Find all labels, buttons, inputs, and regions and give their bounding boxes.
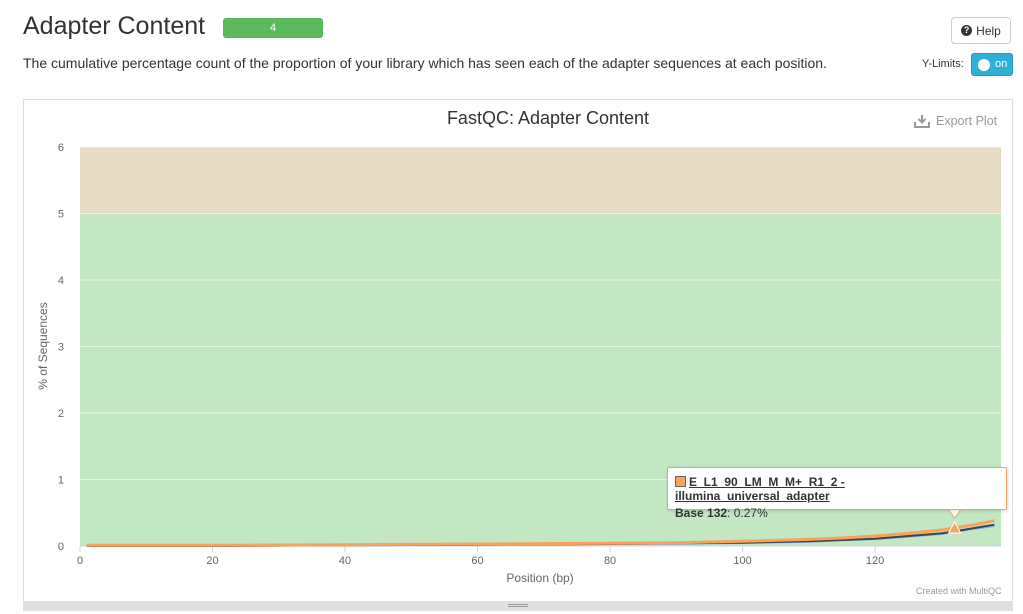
x-tick-label: 0 xyxy=(77,555,83,567)
download-icon xyxy=(914,115,930,128)
tooltip-series-name: E_L1_90_LM_M_M+_R1_2 - illumina_universa… xyxy=(675,475,845,503)
y-axis-title: % of Sequences xyxy=(36,302,50,389)
tooltip-swatch xyxy=(675,476,686,487)
x-tick-label: 20 xyxy=(206,555,218,567)
y-tick-label: 5 xyxy=(58,209,64,221)
chart-tooltip: E_L1_90_LM_M_M+_R1_2 - illumina_universa… xyxy=(667,467,1007,520)
adapter-content-chart: 01234560 20 40 60 80 100 120FastQC: Adapter Co… xyxy=(36,108,1001,585)
multiqc-credit: Created with MultiQC xyxy=(916,586,1002,596)
y-tick-label: 2 xyxy=(58,408,64,420)
y-tick-label: 3 xyxy=(58,342,64,354)
y-tick-label: 4 xyxy=(58,275,64,287)
x-axis-title: Position (bp) xyxy=(506,571,573,585)
x-tick-label: 120 xyxy=(866,555,884,567)
x-tick-label: 100 xyxy=(733,555,751,567)
tooltip-value: : 0.27% xyxy=(727,506,768,520)
y-tick-label: 1 xyxy=(58,475,64,487)
y-tick-label: 0 xyxy=(58,541,64,553)
plot-band-1 xyxy=(80,147,1001,214)
x-tick-label: 80 xyxy=(604,555,616,567)
tooltip-x-label: Base 132 xyxy=(675,506,728,520)
export-plot-button[interactable]: Export Plot xyxy=(914,114,997,128)
x-tick-label: 40 xyxy=(339,555,351,567)
export-plot-label: Export Plot xyxy=(936,114,998,128)
x-tick-label: 60 xyxy=(471,555,483,567)
y-tick-label: 6 xyxy=(58,142,64,154)
chart-title: FastQC: Adapter Content xyxy=(447,108,649,128)
